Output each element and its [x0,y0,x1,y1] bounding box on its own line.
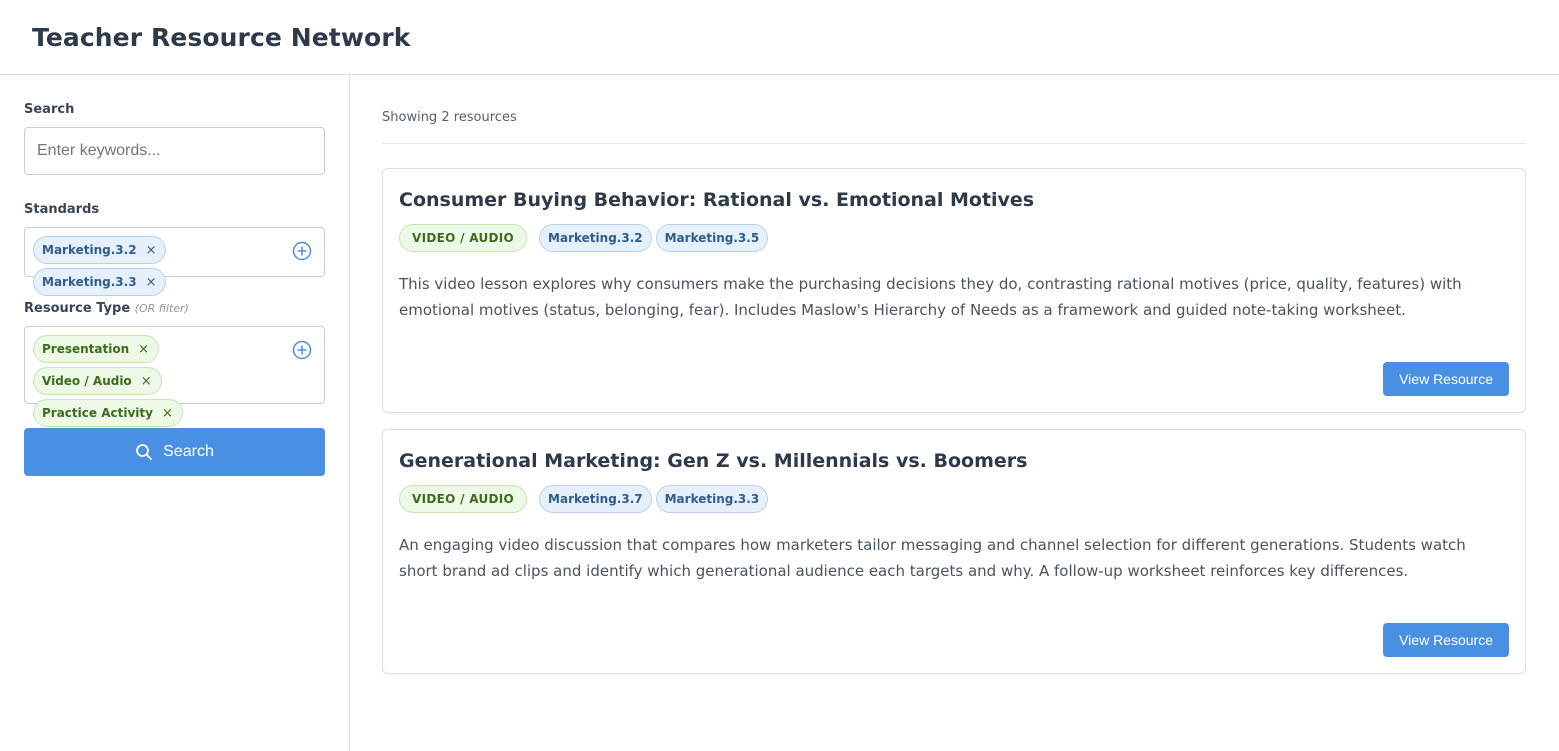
standard-chip: Marketing.3.2 × [33,236,167,264]
chip-label: Presentation [42,342,130,356]
resource-title: Generational Marketing: Gen Z vs. Millen… [399,450,1028,472]
page-layout: Search Standards Marketing.3.2 × Marketi… [0,75,1559,751]
standards-label: Standards [24,202,100,217]
standards-chip-box[interactable]: Marketing.3.2 × Marketing.3.3 × [24,227,325,296]
type-chip: Presentation × [33,335,160,363]
filter-sidebar: Search Standards Marketing.3.2 × Marketi… [0,75,350,751]
resource-description: An engaging video discussion that compar… [399,536,1466,580]
resource-title: Consumer Buying Behavior: Rational vs. E… [399,189,1035,211]
type-chip: Video / Audio × [33,367,162,395]
resource-type-label: Resource Type (OR filter) [24,301,325,316]
resource-tags: Video / Audio Marketing.3.2 Marketing.3.… [399,224,1509,252]
app-header: Teacher Resource Network [0,0,1559,75]
plus-circle-icon[interactable] [292,340,312,360]
resource-type-hint: (OR filter) [134,302,189,315]
standard-tag: Marketing.3.7 [539,485,652,513]
resource-tags: Video / Audio Marketing.3.7 Marketing.3.… [399,485,1509,513]
resource-type-label-text: Resource Type [24,301,131,316]
resource-type-chip-box[interactable]: Presentation × Video / Audio × Practice … [24,326,325,427]
standard-chip: Marketing.3.3 × [33,268,167,296]
results-panel: Showing 2 resources Consumer Buying Beha… [350,75,1559,751]
result-count: Showing 2 resources [382,110,1526,144]
resource-card: Generational Marketing: Gen Z vs. Millen… [382,429,1526,674]
close-icon[interactable]: × [162,406,173,421]
chip-label: Marketing.3.3 [42,275,137,289]
standard-tag: Marketing.3.2 [539,224,652,252]
resource-card: Consumer Buying Behavior: Rational vs. E… [382,168,1526,413]
close-icon[interactable]: × [146,275,157,290]
close-icon[interactable]: × [138,342,149,357]
search-button-label: Search [163,443,214,460]
search-button[interactable]: Search [24,428,325,476]
standard-tag: Marketing.3.5 [655,224,769,252]
app-title: Teacher Resource Network [32,22,411,52]
standard-tag: Marketing.3.3 [655,485,769,513]
chip-label: Video / Audio [42,374,132,388]
chip-label: Practice Activity [42,406,153,420]
search-label: Search [24,102,75,117]
chip-label: Marketing.3.2 [42,243,137,257]
search-icon [136,444,153,460]
type-chip: Practice Activity × [33,399,183,427]
resource-description: This video lesson explores why consumers… [399,275,1462,319]
view-resource-button[interactable]: View Resource [1383,362,1509,396]
close-icon[interactable]: × [146,243,157,258]
search-input[interactable] [24,127,325,175]
close-icon[interactable]: × [141,374,152,389]
plus-circle-icon[interactable] [292,241,312,261]
resource-type-tag: Video / Audio [399,224,528,252]
resource-type-tag: Video / Audio [399,485,528,513]
view-resource-button[interactable]: View Resource [1383,623,1509,657]
